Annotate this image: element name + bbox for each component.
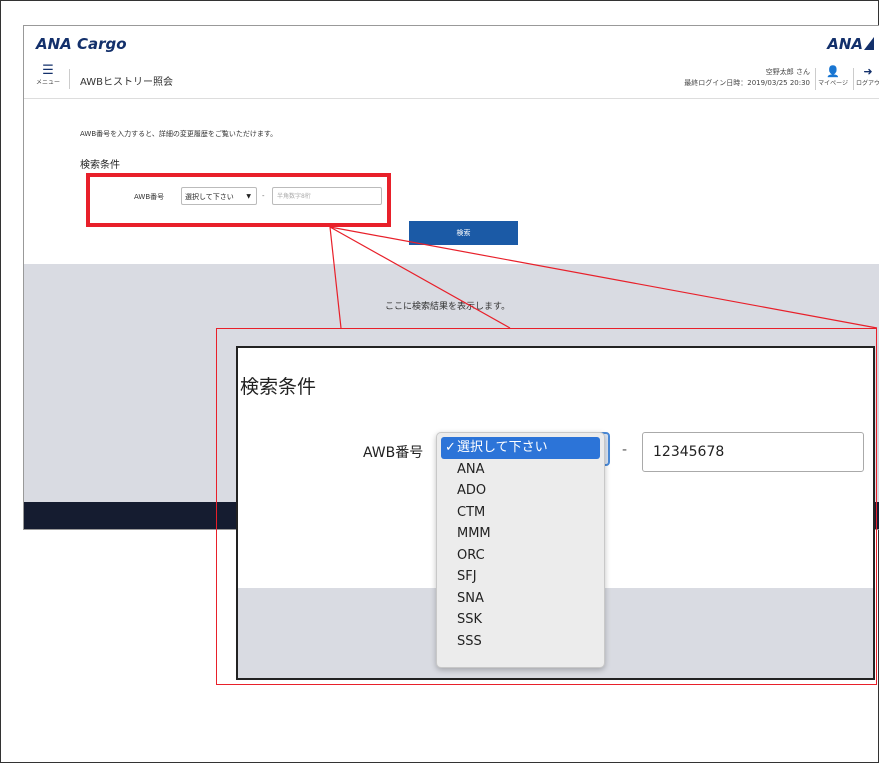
highlight-box (86, 173, 391, 227)
dropdown-option[interactable]: ORC (437, 545, 604, 567)
header-divider (815, 68, 816, 90)
zoom-awb-label: AWB番号 (363, 445, 424, 461)
dropdown-option[interactable]: MMM (437, 523, 604, 545)
header-divider (853, 68, 854, 90)
dropdown-option[interactable]: SSK (437, 609, 604, 631)
dropdown-option[interactable]: CTM (437, 502, 604, 524)
zoom-panel: 検索条件 AWB番号 - 12345678 ✓ 選択して下さい ANA ADO … (236, 346, 875, 680)
last-login: 最終ログイン日時：2019/03/25 20:30 (684, 79, 810, 87)
header-rule (24, 98, 879, 99)
ana-logo-text: ANA (827, 35, 863, 53)
user-info: 空野太郎 さん 最終ログイン日時：2019/03/25 20:30 (684, 67, 810, 89)
description-text: AWB番号を入力すると、詳細の変更履歴をご覧いただけます。 (80, 130, 278, 138)
zoom-awb-number-input[interactable]: 12345678 (642, 432, 864, 472)
dropdown-option[interactable]: ANA (437, 459, 604, 481)
mypage-button[interactable]: 👤 マイページ (818, 65, 848, 88)
page-title: AWBヒストリー照会 (80, 77, 174, 88)
ana-logo-mark-icon (864, 37, 874, 50)
dropdown-option[interactable]: SSS (437, 631, 604, 653)
menu-button[interactable]: ☰ メニュー (33, 63, 63, 86)
logout-icon: ➜ (863, 65, 873, 78)
mypage-label: マイページ (818, 80, 848, 87)
results-message: ここに検索結果を表示します。 (385, 302, 511, 312)
dropdown-option[interactable]: SFJ (437, 566, 604, 588)
ana-cargo-logo: ANA Cargo (36, 35, 127, 53)
awb-prefix-dropdown: ✓ 選択して下さい ANA ADO CTM MMM ORC SFJ SNA SS… (436, 432, 605, 668)
header-divider (69, 69, 70, 89)
logout-button[interactable]: ➜ ログアウ (856, 65, 879, 88)
user-icon: 👤 (826, 65, 840, 78)
menu-label: メニュー (35, 79, 60, 86)
checkmark-icon: ✓ (445, 440, 456, 455)
zoom-separator: - (622, 442, 628, 458)
ana-logo: ANA (827, 35, 874, 53)
logout-label: ログアウ (856, 80, 879, 87)
hamburger-icon: ☰ (42, 63, 54, 78)
dropdown-option[interactable]: ADO (437, 480, 604, 502)
user-name: 空野太郎 さん (765, 68, 810, 76)
search-button[interactable]: 検索 (409, 221, 518, 245)
dropdown-option-selected[interactable]: ✓ 選択して下さい (441, 437, 600, 459)
zoom-condition-title: 検索条件 (240, 376, 317, 398)
search-condition-title: 検索条件 (80, 160, 120, 171)
dropdown-option[interactable]: SNA (437, 588, 604, 610)
